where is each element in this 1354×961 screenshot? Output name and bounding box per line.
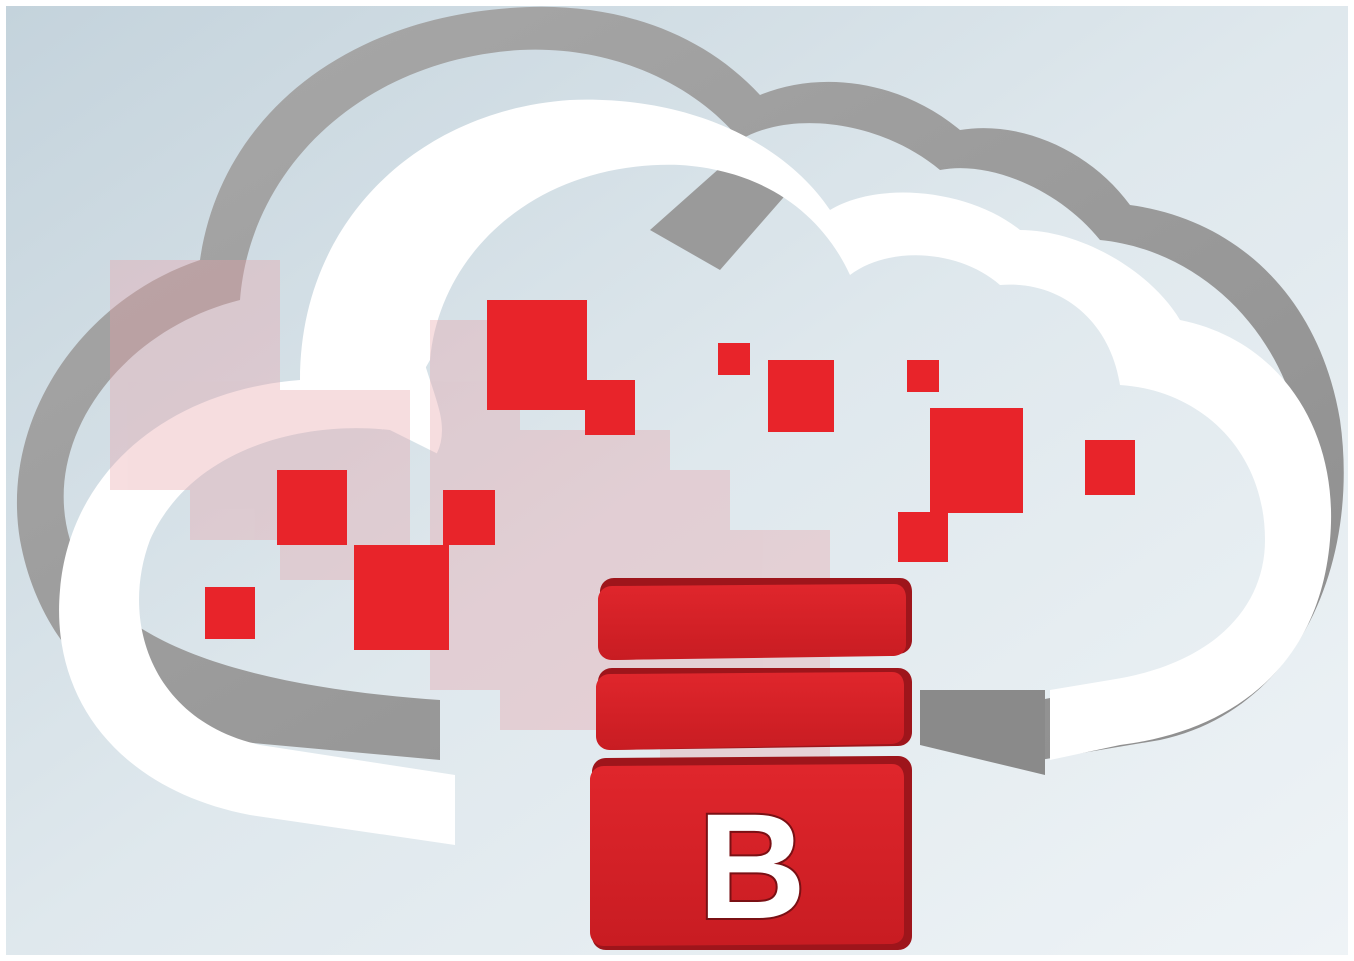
illustration-canvas: B — [0, 0, 1354, 961]
cloud-storage-illustration: B — [0, 0, 1354, 961]
logo-letter-b: B — [698, 782, 806, 950]
